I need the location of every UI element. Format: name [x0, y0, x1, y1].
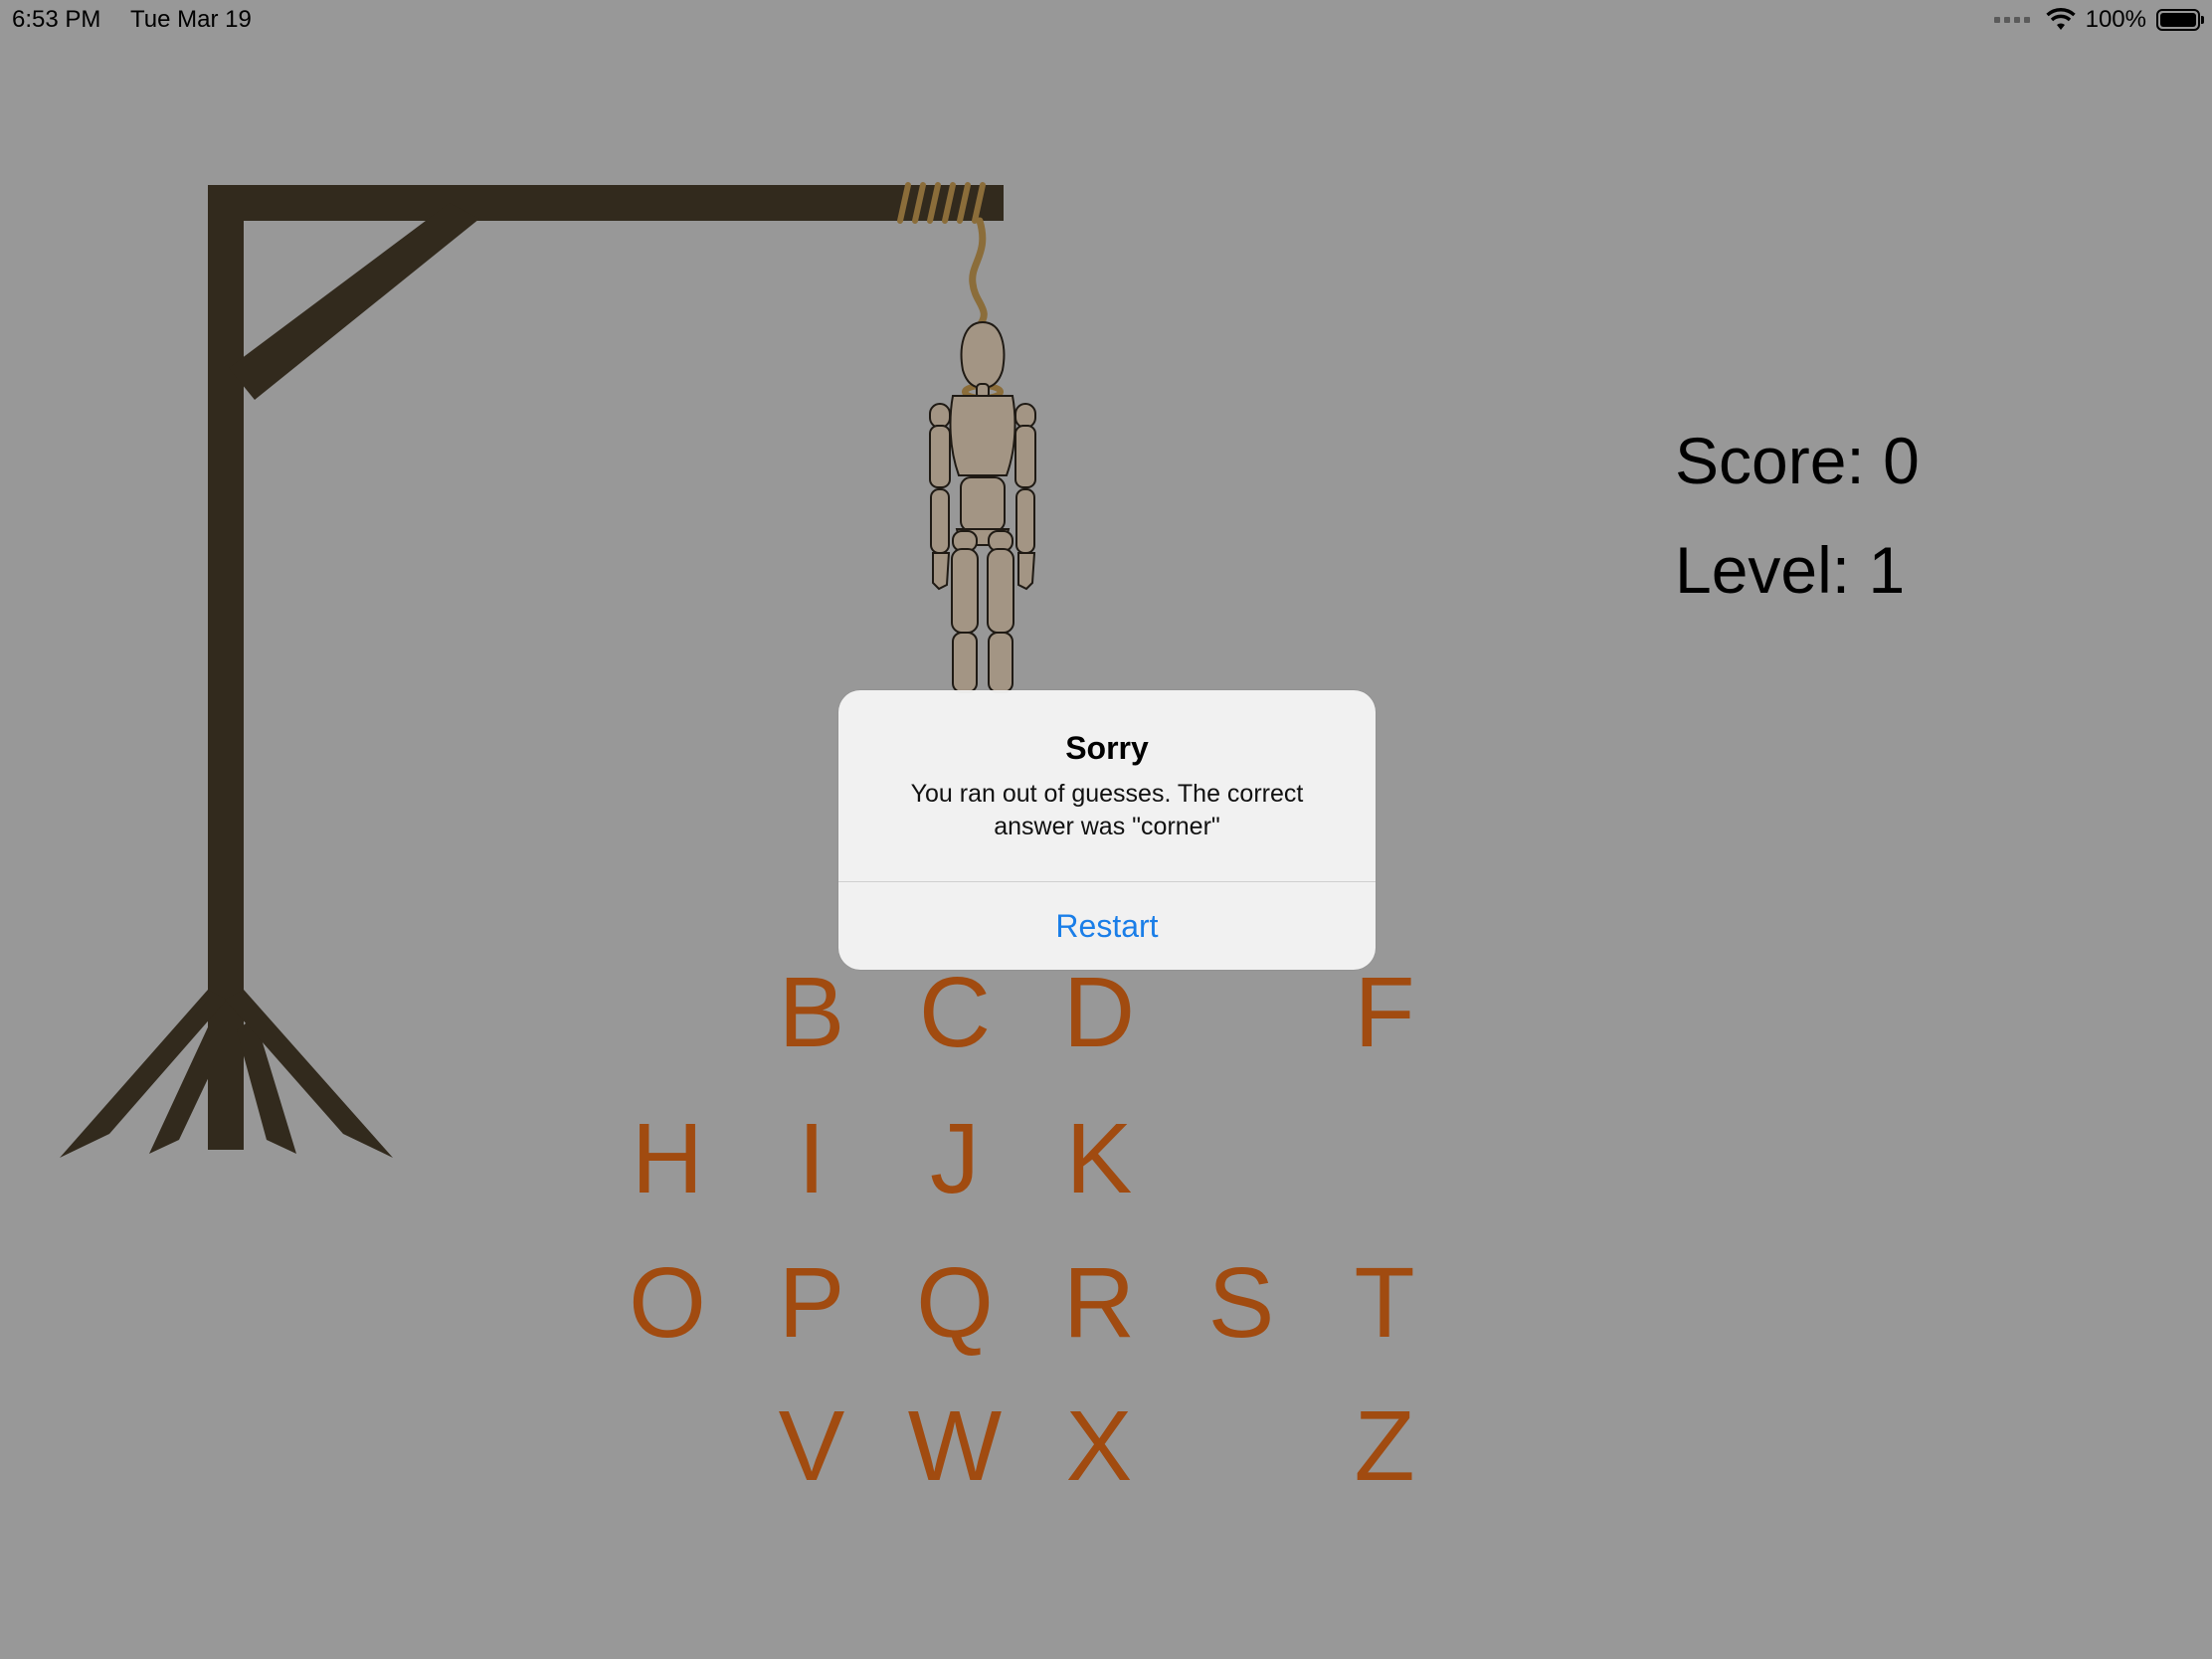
letter-button-t[interactable]: T [1325, 1243, 1444, 1363]
score-label: Score: 0 [1675, 424, 1920, 497]
letter-button-r[interactable]: R [1039, 1243, 1159, 1363]
letter-button-z[interactable]: Z [1325, 1386, 1444, 1506]
score-panel: Score: 0 Level: 1 [1675, 428, 1920, 646]
letter-button-b[interactable]: B [752, 953, 871, 1072]
letter-button-v[interactable]: V [752, 1386, 871, 1506]
restart-button[interactable]: Restart [838, 882, 1376, 970]
alert-message: You ran out of guesses. The correct answ… [910, 780, 1304, 840]
letter-button-p[interactable]: P [752, 1243, 871, 1363]
letter-button-c[interactable]: C [895, 953, 1014, 1072]
level-label: Level: 1 [1675, 533, 1906, 607]
hanged-figure [929, 320, 1036, 693]
letter-button-k[interactable]: K [1039, 1099, 1159, 1218]
letter-button-x[interactable]: X [1039, 1386, 1159, 1506]
letter-button-f[interactable]: F [1325, 953, 1444, 1072]
letter-button-q[interactable]: Q [895, 1243, 1014, 1363]
gallows-beam [208, 185, 1004, 221]
gallows-brace [229, 203, 479, 400]
figure-chest [949, 395, 1016, 476]
letter-button-h[interactable]: H [608, 1099, 727, 1218]
letter-button-w[interactable]: W [895, 1386, 1014, 1506]
letter-button-j[interactable]: J [895, 1099, 1014, 1218]
game-over-alert: Sorry You ran out of guesses. The correc… [838, 690, 1376, 970]
alert-title: Sorry [1065, 730, 1149, 766]
figure-head [960, 320, 1006, 390]
letter-button-d[interactable]: D [1039, 953, 1159, 1072]
letter-button-i[interactable]: I [752, 1099, 871, 1218]
letter-button-o[interactable]: O [608, 1243, 727, 1363]
letter-button-s[interactable]: S [1182, 1243, 1301, 1363]
